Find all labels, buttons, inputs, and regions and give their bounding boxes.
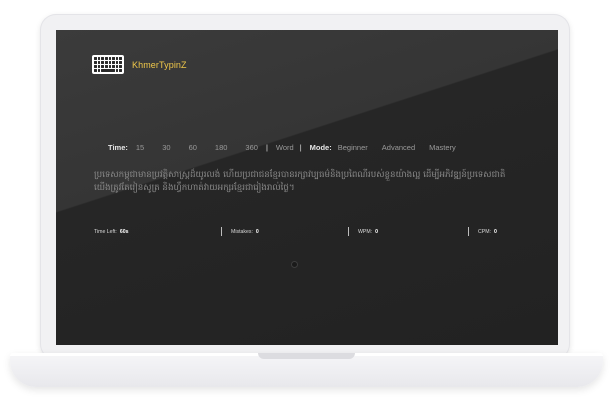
- time-option-30[interactable]: 30: [162, 143, 170, 152]
- stat-divider: [348, 227, 349, 236]
- time-label: Time:: [108, 143, 128, 152]
- brand[interactable]: KhmerTypinZ: [92, 55, 187, 74]
- time-left-stat: Time Left: 60s: [94, 229, 129, 235]
- settings-bar: Time: 15 30 60 180 360 | Word | Mode: Be…: [108, 143, 470, 152]
- time-option-60[interactable]: 60: [189, 143, 197, 152]
- time-left-value: 60s: [119, 229, 129, 235]
- stats-bar: Time Left: 60s Mistakes: 0 WPM: 0 CPM: 0: [94, 227, 514, 239]
- time-option-360[interactable]: 360: [245, 143, 258, 152]
- mode-option-mastery[interactable]: Mastery: [429, 143, 456, 152]
- wpm-stat: WPM: 0: [358, 229, 378, 235]
- laptop-notch: [258, 353, 355, 359]
- brand-name: KhmerTypinZ: [132, 59, 187, 70]
- time-option-180[interactable]: 180: [215, 143, 228, 152]
- cpm-stat: CPM: 0: [478, 229, 497, 235]
- laptop-screen: KhmerTypinZ Time: 15 30 60 180 360 | Wor…: [56, 30, 558, 345]
- cpm-value: 0: [493, 229, 497, 235]
- typing-text[interactable]: ប្រទេសកម្ពុជាមានប្រវត្តិសាស្ត្រដ៏យូរលង់ …: [94, 169, 514, 195]
- mistakes-label: Mistakes:: [231, 229, 253, 235]
- keyboard-icon: [92, 55, 124, 74]
- time-option-15[interactable]: 15: [136, 143, 144, 152]
- cursor-indicator: [291, 261, 298, 268]
- mode-option-beginner[interactable]: Beginner: [338, 143, 368, 152]
- word-option[interactable]: Word: [276, 143, 294, 152]
- laptop-mockup: KhmerTypinZ Time: 15 30 60 180 360 | Wor…: [0, 0, 613, 407]
- wpm-label: WPM:: [358, 229, 373, 235]
- time-left-label: Time Left:: [94, 229, 117, 235]
- mistakes-value: 0: [255, 229, 259, 235]
- wpm-value: 0: [375, 229, 379, 235]
- mistakes-stat: Mistakes: 0: [231, 229, 259, 235]
- laptop-base: [10, 353, 603, 387]
- mode-option-advanced[interactable]: Advanced: [382, 143, 415, 152]
- settings-separator: |: [265, 143, 268, 152]
- mode-label: Mode:: [309, 143, 332, 152]
- cpm-label: CPM:: [478, 229, 491, 235]
- stat-divider: [468, 227, 469, 236]
- stat-divider: [221, 227, 222, 236]
- settings-separator: |: [299, 143, 302, 152]
